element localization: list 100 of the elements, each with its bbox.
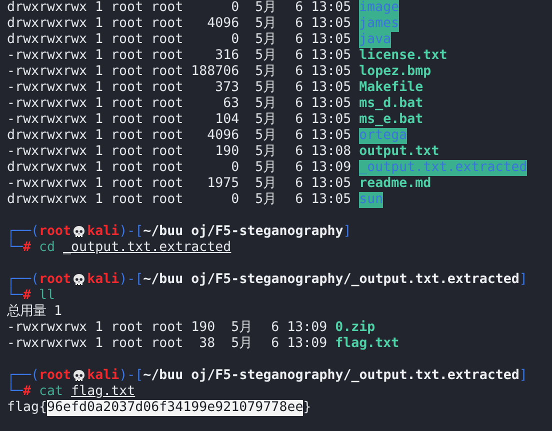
month: 5月 bbox=[231, 320, 254, 336]
prompt-bracket: )-[ bbox=[119, 368, 144, 384]
owner: root bbox=[111, 128, 144, 144]
time: 13:05 bbox=[311, 96, 352, 112]
owner: root bbox=[111, 160, 144, 176]
file-name: output.txt bbox=[359, 144, 440, 160]
prompt-bracket: )-[ bbox=[119, 272, 144, 288]
current-path: ~/buu oj/F5-steganography/_output.txt.extracted bbox=[143, 272, 520, 288]
month: 5月 bbox=[255, 112, 278, 128]
owner: root bbox=[111, 96, 144, 112]
file-size: 4096 bbox=[206, 16, 240, 32]
host-name: kali bbox=[87, 224, 120, 240]
link-count: 1 bbox=[95, 160, 104, 176]
link-count: 1 bbox=[95, 112, 104, 128]
time: 13:09 bbox=[311, 160, 352, 176]
time: 13:05 bbox=[311, 192, 352, 208]
day: 6 bbox=[287, 96, 304, 112]
prompt-sign: # bbox=[23, 384, 32, 400]
group: root bbox=[151, 336, 192, 352]
link-count: 1 bbox=[95, 16, 104, 32]
permissions: drwxrwxrwx bbox=[7, 16, 88, 32]
file-size: 63 bbox=[222, 96, 240, 112]
group: root bbox=[151, 0, 192, 16]
prompt-corner: └─ bbox=[7, 240, 24, 256]
group: root bbox=[151, 112, 192, 128]
day: 6 bbox=[287, 160, 304, 176]
month: 5月 bbox=[255, 176, 278, 192]
permissions: -rwxrwxrwx bbox=[7, 112, 88, 128]
month: 5月 bbox=[255, 16, 278, 32]
user-name: root bbox=[39, 368, 72, 384]
link-count: 1 bbox=[95, 128, 104, 144]
link-count: 1 bbox=[95, 80, 104, 96]
user-name: root bbox=[39, 224, 72, 240]
day: 6 bbox=[287, 192, 304, 208]
command: ll bbox=[39, 288, 56, 304]
file-size: 0 bbox=[230, 192, 240, 208]
permissions: drwxrwxrwx bbox=[7, 128, 88, 144]
file-size: 4096 bbox=[206, 128, 240, 144]
command: cd bbox=[39, 240, 56, 256]
day: 6 bbox=[287, 128, 304, 144]
month: 5月 bbox=[255, 48, 278, 64]
owner: root bbox=[111, 112, 144, 128]
owner: root bbox=[111, 336, 144, 352]
file-size: 38 bbox=[198, 336, 216, 352]
link-count: 1 bbox=[95, 192, 104, 208]
skull-icon bbox=[72, 369, 86, 383]
day: 6 bbox=[263, 336, 280, 352]
file-name: ms_d.bat bbox=[359, 96, 424, 112]
time: 13:05 bbox=[311, 128, 352, 144]
day: 6 bbox=[287, 16, 304, 32]
file-size: 104 bbox=[214, 112, 240, 128]
day: 6 bbox=[287, 80, 304, 96]
owner: root bbox=[111, 144, 144, 160]
file-size: 0 bbox=[230, 0, 240, 16]
day: 6 bbox=[287, 64, 304, 80]
permissions: -rwxrwxrwx bbox=[7, 48, 88, 64]
command-argument: flag.txt bbox=[71, 384, 136, 400]
current-path: ~/buu oj/F5-steganography/_output.txt.extracted bbox=[143, 368, 520, 384]
file-name: 0.zip bbox=[335, 320, 376, 336]
owner: root bbox=[111, 192, 144, 208]
skull-icon bbox=[72, 225, 86, 239]
prompt-corner: ┌──( bbox=[7, 272, 40, 287]
owner: root bbox=[111, 80, 144, 96]
flag-brace: } bbox=[303, 400, 312, 416]
month: 5月 bbox=[255, 0, 278, 16]
day: 6 bbox=[287, 32, 304, 48]
time: 13:05 bbox=[311, 16, 352, 32]
permissions: drwxrwxrwx bbox=[7, 192, 88, 208]
command: cat bbox=[39, 384, 64, 400]
file-size: 190 bbox=[191, 320, 216, 336]
time: 13:05 bbox=[311, 80, 352, 96]
file-name: license.txt bbox=[359, 48, 448, 64]
group: root bbox=[151, 144, 192, 160]
time: 13:08 bbox=[311, 144, 352, 160]
file-name: flag.txt bbox=[335, 336, 400, 352]
permissions: -rwxrwxrwx bbox=[7, 320, 88, 336]
prompt-corner: ┌──( bbox=[7, 368, 40, 383]
prompt-bracket: ] bbox=[519, 368, 528, 384]
prompt-bracket: ] bbox=[519, 272, 528, 288]
prompt-sign: # bbox=[23, 288, 32, 304]
group: root bbox=[151, 48, 192, 64]
output-text: 总用量 1 bbox=[7, 304, 62, 320]
permissions: drwxrwxrwx bbox=[7, 160, 88, 176]
group: root bbox=[151, 176, 192, 192]
time: 13:05 bbox=[311, 112, 352, 128]
group: root bbox=[151, 80, 192, 96]
month: 5月 bbox=[231, 336, 254, 352]
owner: root bbox=[111, 0, 144, 16]
time: 13:09 bbox=[287, 320, 328, 336]
file-size: 1975 bbox=[206, 176, 240, 192]
permissions: -rwxrwxrwx bbox=[7, 80, 88, 96]
month: 5月 bbox=[255, 128, 278, 144]
host-name: kali bbox=[87, 272, 120, 288]
time: 13:05 bbox=[311, 64, 352, 80]
month: 5月 bbox=[255, 144, 278, 160]
month: 5月 bbox=[255, 160, 278, 176]
group: root bbox=[151, 64, 192, 80]
permissions: -rwxrwxrwx bbox=[7, 144, 88, 160]
file-name: readme.md bbox=[359, 176, 432, 192]
permissions: -rwxrwxrwx bbox=[7, 64, 88, 80]
